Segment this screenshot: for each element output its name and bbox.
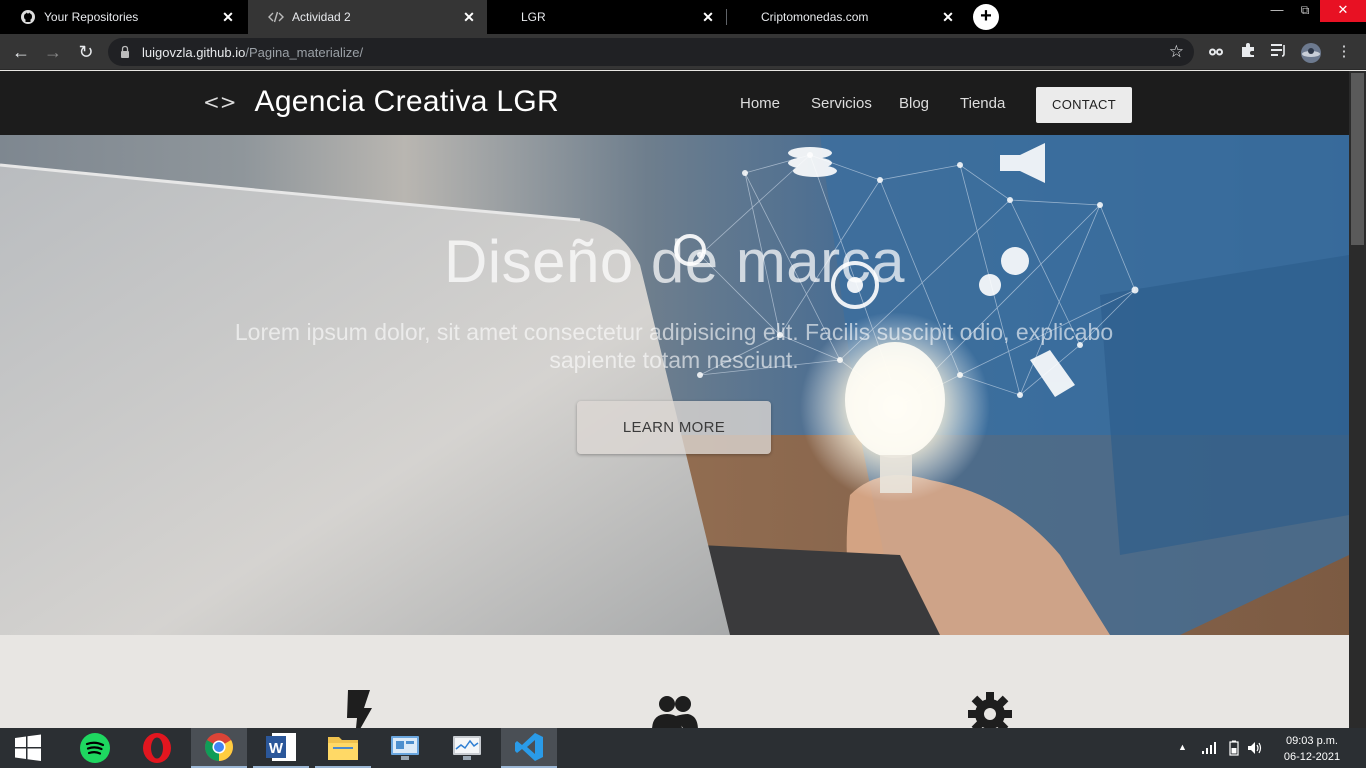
tab-title: Actividad 2 (292, 10, 351, 24)
code-icon: <> (203, 90, 237, 114)
tab-title: Criptomonedas.com (761, 10, 869, 24)
learn-more-button[interactable]: LEARN MORE (577, 401, 771, 454)
bookmark-star-icon[interactable]: ☆ (1169, 42, 1184, 62)
menu-kebab-icon[interactable]: ⋮ (1334, 42, 1354, 62)
spotify-icon[interactable] (67, 728, 123, 768)
back-icon[interactable]: ← (9, 40, 33, 64)
tab-close-icon[interactable]: ✕ (940, 9, 956, 25)
tray-overflow-icon[interactable]: ▲ (1178, 742, 1187, 752)
tab-close-icon[interactable]: ✕ (220, 9, 236, 25)
puzzle-extensions-icon[interactable] (1238, 42, 1258, 62)
settings-icon (968, 692, 1012, 728)
code-icon (268, 9, 284, 25)
forward-icon[interactable]: → (41, 40, 65, 64)
site-navbar: <> Agencia Creativa LGR Home Servicios B… (0, 71, 1349, 135)
tab-your-repositories[interactable]: Your Repositories ✕ (0, 0, 246, 34)
github-icon (20, 9, 36, 25)
tab-lgr[interactable]: LGR ✕ (487, 0, 726, 34)
chrome-icon[interactable] (191, 728, 247, 768)
contact-button[interactable]: CONTACT (1036, 87, 1132, 123)
brand-logo[interactable]: <> Agencia Creativa LGR (203, 85, 559, 119)
browser-toolbar: ← → ↻ luigovzla.github.io/Pagina_materia… (0, 34, 1366, 70)
clock-time: 09:03 p.m. (1286, 735, 1338, 747)
group-icon (652, 696, 698, 728)
tab-criptomonedas[interactable]: Criptomonedas.com ✕ (727, 0, 966, 34)
reload-icon[interactable]: ↻ (74, 40, 98, 64)
volume-icon[interactable] (1247, 740, 1263, 759)
battery-icon[interactable] (1229, 740, 1239, 759)
nav-home[interactable]: Home (740, 95, 780, 112)
browser-tab-strip: Your Repositories ✕ Actividad 2 ✕ LGR ✕ … (0, 0, 1366, 34)
tab-close-icon[interactable]: ✕ (461, 9, 477, 25)
clock-date: 06-12-2021 (1283, 751, 1341, 763)
windows-taskbar: W ▲ 09:03 p.m. 06-12-2021 (0, 728, 1366, 768)
media-controls-icon[interactable] (1269, 42, 1289, 62)
profile-avatar[interactable] (1300, 42, 1321, 63)
svg-text:W: W (269, 740, 284, 757)
flash-icon (347, 690, 372, 728)
vscode-icon[interactable] (501, 728, 557, 768)
minimize-icon[interactable]: — (1262, 0, 1292, 22)
brand-name: Agencia Creativa LGR (254, 85, 559, 118)
page-viewport: <> Agencia Creativa LGR Home Servicios B… (0, 71, 1349, 728)
system-clock[interactable]: 09:03 p.m. 06-12-2021 (1266, 733, 1358, 765)
page-scrollbar[interactable] (1349, 71, 1366, 728)
hero-background-image (0, 135, 1349, 635)
url-host: luigovzla.github.io (142, 45, 246, 60)
address-bar[interactable]: luigovzla.github.io/Pagina_materialize/ … (108, 38, 1194, 66)
nav-tienda[interactable]: Tienda (960, 95, 1005, 112)
control-panel-icon[interactable] (377, 728, 433, 768)
performance-monitor-icon[interactable] (439, 728, 495, 768)
url-path: /Pagina_materialize/ (245, 45, 364, 60)
signal-icon[interactable] (1201, 741, 1217, 758)
opera-icon[interactable] (129, 728, 185, 768)
lock-icon (121, 45, 129, 58)
tab-title: Your Repositories (44, 10, 139, 24)
url-text: luigovzla.github.io/Pagina_materialize/ (142, 45, 363, 60)
nav-blog[interactable]: Blog (899, 95, 929, 112)
extension-icon[interactable] (1206, 42, 1226, 62)
nav-servicios[interactable]: Servicios (811, 95, 872, 112)
features-section (0, 635, 1349, 728)
start-icon[interactable] (0, 728, 56, 768)
file-explorer-icon[interactable] (315, 728, 371, 768)
hero-subtitle: Lorem ipsum dolor, sit amet consectetur … (234, 319, 1114, 373)
tab-actividad-2[interactable]: Actividad 2 ✕ (248, 0, 487, 34)
window-close-icon[interactable]: ✕ (1320, 0, 1366, 22)
hero-section: Diseño de marca Lorem ipsum dolor, sit a… (0, 135, 1349, 635)
tab-close-icon[interactable]: ✕ (700, 9, 716, 25)
new-tab-button[interactable]: + (973, 4, 999, 30)
scrollbar-thumb[interactable] (1351, 73, 1364, 245)
hero-title: Diseño de marca (443, 228, 906, 295)
restore-icon[interactable]: ⧉ (1290, 0, 1320, 22)
word-icon[interactable]: W (253, 728, 309, 768)
tab-title: LGR (521, 10, 546, 24)
